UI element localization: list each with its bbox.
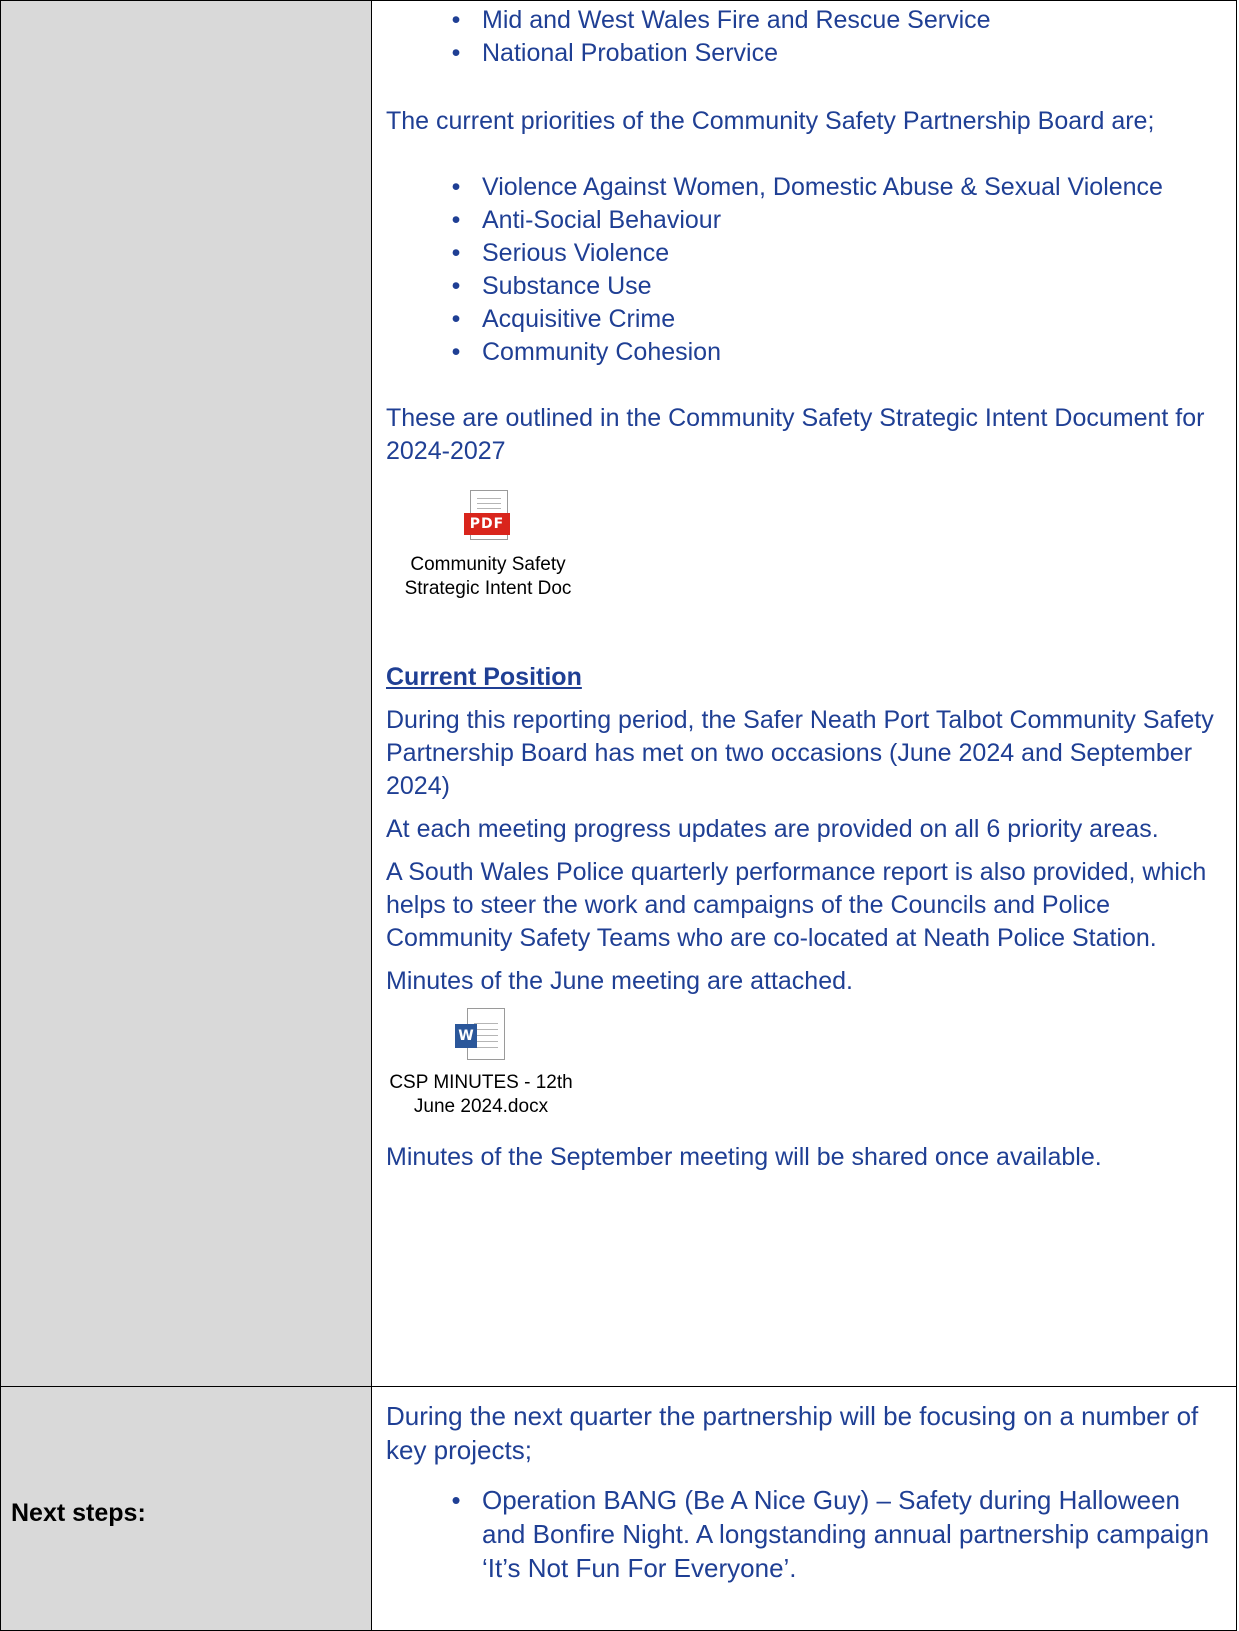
pdf-icon: PDF [464,490,512,542]
list-item: • Operation BANG (Be A Nice Guy) – Safety… [451,1485,1210,1583]
next-steps-list: • Operation BANG (Be A Nice Guy) – Safety… [386,1483,1226,1585]
table-row: • Mid and West Wales Fire and Rescue Serv… [0,0,1237,1387]
next-steps-label: Next steps: [11,1499,146,1527]
outline-text: These are outlined in the Community Safe… [386,404,1205,465]
word-attachment[interactable]: W CSP MINUTES - 12th June 2024.docx [386,1006,576,1119]
current-position-para1: During this reporting period, the Safer … [386,706,1214,800]
partners-list: • Mid and West Wales Fire and Rescue Serv… [386,4,1226,70]
pdf-attachment-name-line1: Community Safety [410,554,566,575]
list-item: • Acquisitive Crime [451,305,676,333]
word-attachment-name-line2: June 2024.docx [413,1096,549,1117]
list-item: • Substance Use [451,272,652,300]
word-attachment-name-line1: CSP MINUTES - 12th [389,1072,573,1093]
report-table: • Mid and West Wales Fire and Rescue Serv… [0,0,1237,1631]
priorities-intro: The current priorities of the Community … [386,107,1155,135]
list-item: • Mid and West Wales Fire and Rescue Serv… [451,6,991,34]
september-note: Minutes of the September meeting will be… [386,1143,1102,1171]
current-position-para2: At each meeting progress updates are pro… [386,815,1159,843]
next-steps-intro: During the next quarter the partnership … [386,1401,1199,1465]
content-cell-next-steps: During the next quarter the partnership … [371,1386,1237,1631]
pdf-attachment-name-line2: Strategic Intent Doc [404,578,572,599]
table-row: Next steps: During the next quarter the … [0,1386,1237,1631]
list-item: • National Probation Service [451,39,778,67]
current-position-para3: A South Wales Police quarterly performan… [386,858,1207,952]
current-position-para4: Minutes of the June meeting are attached… [386,967,853,995]
list-item: • Serious Violence [451,239,670,267]
word-icon: W [455,1006,507,1062]
current-position-heading: Current Position [386,663,582,691]
list-item: • Anti-Social Behaviour [451,206,722,234]
content-cell-partnership: • Mid and West Wales Fire and Rescue Serv… [371,0,1237,1387]
pdf-attachment[interactable]: PDF Community Safety Strategic Intent Do… [388,490,588,601]
list-item: • Violence Against Women, Domestic Abuse … [451,173,1163,201]
list-item: • Community Cohesion [451,338,721,366]
label-cell-empty [0,0,372,1387]
label-cell-next-steps: Next steps: [0,1386,372,1631]
priorities-list: • Violence Against Women, Domestic Abuse … [386,171,1226,369]
